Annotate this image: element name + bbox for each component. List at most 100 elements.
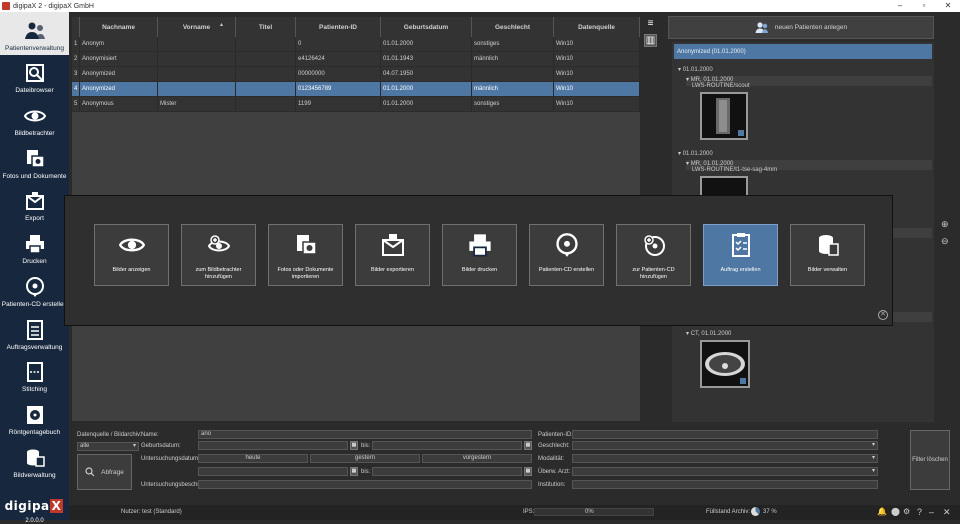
table-cell: 3 bbox=[72, 67, 80, 81]
action-tile-printer[interactable]: Bilder drucken bbox=[442, 224, 517, 286]
new-patient-button[interactable]: neuen Patienten anlegen bbox=[668, 16, 934, 39]
table-row[interactable]: 2 Anonymisiert e4126424 01.01.1943 männlich W… bbox=[72, 52, 640, 67]
minimize-app-icon[interactable]: – bbox=[929, 507, 934, 517]
exam-from-field[interactable] bbox=[198, 467, 348, 476]
table-row[interactable]: 5 Anonymous Mister 1199 01.01.2000 sonstiges W… bbox=[72, 97, 640, 112]
calendar-icon[interactable]: ▦ bbox=[350, 441, 358, 450]
tree-date-node[interactable]: ▾ 01.01.2000 bbox=[678, 150, 713, 157]
action-tile-eye[interactable]: Bilder anzeigen bbox=[94, 224, 169, 286]
zoom-out-icon[interactable]: ⊖ bbox=[941, 236, 949, 247]
add-patient-icon bbox=[755, 22, 768, 33]
patients-icon bbox=[24, 20, 46, 42]
column-header[interactable]: Nachname bbox=[80, 17, 158, 37]
filter-clear-button[interactable]: Filter löschen bbox=[910, 430, 950, 490]
table-row[interactable]: 4 Anonymized 0123456789 01.01.2000 männlich W… bbox=[72, 82, 640, 97]
sidebar-item-r-ntgentagebuch[interactable]: Röntgentagebuch bbox=[0, 396, 69, 439]
column-header[interactable] bbox=[72, 17, 80, 37]
institution-field[interactable] bbox=[572, 480, 878, 489]
minimize-button[interactable]: – bbox=[888, 0, 912, 12]
patient-id-field[interactable] bbox=[572, 430, 878, 439]
today-button[interactable]: heute bbox=[198, 454, 308, 463]
calendar-icon[interactable]: ▦ bbox=[524, 441, 532, 450]
window-controls: – ▫ ✕ bbox=[888, 0, 960, 12]
table-row[interactable]: 3 Anonymized 00000000 04.07.1950 Win10 bbox=[72, 67, 640, 82]
exam-desc-field[interactable] bbox=[198, 480, 532, 489]
column-header[interactable]: Geburtsdatum bbox=[381, 17, 472, 37]
series-thumbnail[interactable] bbox=[700, 92, 748, 140]
tree-study-node[interactable]: ▾ MR, 01.01.2000 bbox=[686, 160, 733, 167]
yesterday-button[interactable]: gestern bbox=[310, 454, 420, 463]
day-before-button[interactable]: vorgestern bbox=[422, 454, 532, 463]
sidebar-item-fotos-und-dokumente[interactable]: Fotos und Dokumente bbox=[0, 140, 69, 183]
source-select[interactable]: alle bbox=[77, 442, 139, 451]
sidebar-item-auftragsverwaltung[interactable]: Auftragsverwaltung bbox=[0, 311, 69, 354]
name-field[interactable]: ano bbox=[198, 430, 532, 439]
column-header[interactable]: Vorname bbox=[158, 17, 236, 37]
table-row[interactable]: 1 Anonym 0 01.01.2000 sonstiges Win10 bbox=[72, 37, 640, 52]
table-cell: sonstiges bbox=[472, 97, 554, 111]
birth-from-field[interactable] bbox=[198, 441, 348, 450]
window-title: digipaX 2 - digipaX GmbH bbox=[13, 2, 94, 10]
sidebar-item-patienten-cd-erstellen[interactable]: Patienten-CD erstellen bbox=[0, 268, 69, 311]
action-tile-add-to-viewer[interactable]: zum Bildbetrachter hinzufügen bbox=[181, 224, 256, 286]
table-cell: 04.07.1950 bbox=[381, 67, 472, 81]
modality-select[interactable] bbox=[572, 454, 878, 463]
table-cell bbox=[158, 82, 236, 96]
close-window-button[interactable]: ✕ bbox=[936, 0, 960, 12]
action-tile-import-photo[interactable]: Fotos oder Dokumente importieren bbox=[268, 224, 343, 286]
add-to-cd-icon bbox=[641, 232, 667, 258]
settings-icon[interactable]: ⚙ bbox=[903, 507, 910, 516]
help-icon[interactable]: ? bbox=[917, 507, 922, 517]
tree-series-node[interactable]: LWS-ROUTINE/scout bbox=[692, 83, 750, 89]
sidebar-item-label: Stitching bbox=[22, 386, 47, 394]
sidebar-item-dateibrowser[interactable]: Dateibrowser bbox=[0, 55, 69, 98]
sidebar-item-export[interactable]: Export bbox=[0, 183, 69, 226]
query-button[interactable]: Abfrage bbox=[77, 454, 132, 490]
calendar-icon[interactable]: ▦ bbox=[350, 467, 358, 476]
sidebar-item-label: Bildbetrachter bbox=[14, 130, 55, 138]
column-header[interactable]: Titel bbox=[236, 17, 296, 37]
table-cell bbox=[236, 52, 296, 66]
tree-series-node[interactable]: LWS-ROUTINE/t1-tse-sag-4mm bbox=[692, 167, 777, 173]
sidebar-item-drucken[interactable]: Drucken bbox=[0, 225, 69, 268]
columns-view-icon[interactable]: ▥ bbox=[644, 34, 657, 47]
column-header[interactable]: Datenquelle bbox=[554, 17, 640, 37]
table-cell: 00000000 bbox=[296, 67, 381, 81]
maximize-button[interactable]: ▫ bbox=[912, 0, 936, 12]
action-tile-manage-images[interactable]: Bilder verwalten bbox=[790, 224, 865, 286]
table-cell: Anonymized bbox=[80, 67, 158, 81]
tree-study-node[interactable]: ▾ MR, 01.01.2000 bbox=[686, 76, 733, 83]
referrer-select[interactable] bbox=[572, 467, 878, 476]
column-header[interactable]: Patienten-ID bbox=[296, 17, 381, 37]
archive-pie-icon bbox=[751, 507, 760, 516]
action-tile-cd-burn[interactable]: Patienten-CD erstellen bbox=[529, 224, 604, 286]
column-header[interactable]: Geschlecht bbox=[472, 17, 554, 37]
record-icon[interactable]: ⬤ bbox=[891, 507, 900, 516]
sidebar-item-bildbetrachter[interactable]: Bildbetrachter bbox=[0, 97, 69, 140]
zoom-in-icon[interactable]: ⊕ bbox=[941, 219, 949, 230]
tree-date-node[interactable]: ▾ 01.01.2000 bbox=[678, 66, 713, 73]
action-tile-label: zur Patienten-CD hinzufügen bbox=[632, 267, 675, 280]
table-cell: 01.01.1943 bbox=[381, 52, 472, 66]
action-tile-export-images[interactable]: Bilder exportieren bbox=[355, 224, 430, 286]
overlay-close-icon[interactable]: ✕ bbox=[878, 310, 888, 320]
tree-root-patient[interactable]: Anonymized (01.01.2000) bbox=[674, 44, 932, 59]
exam-to-field[interactable] bbox=[372, 467, 522, 476]
gender-select[interactable] bbox=[572, 441, 878, 450]
sidebar-item-bildverwaltung[interactable]: Bildverwaltung bbox=[0, 439, 69, 482]
notification-icon[interactable]: 🔔 bbox=[877, 507, 887, 516]
action-tile-add-to-cd[interactable]: zur Patienten-CD hinzufügen bbox=[616, 224, 691, 286]
table-cell bbox=[472, 67, 554, 81]
sidebar-item-patientenverwaltung[interactable]: Patientenverwaltung bbox=[0, 12, 69, 55]
series-thumbnail[interactable] bbox=[700, 340, 750, 388]
birth-to-field[interactable] bbox=[372, 441, 522, 450]
eye-icon bbox=[23, 105, 46, 127]
calendar-icon[interactable]: ▦ bbox=[524, 467, 532, 476]
menu-icon[interactable]: ≡ bbox=[644, 17, 657, 30]
action-tile-create-order[interactable]: Auftrag erstellen bbox=[703, 224, 778, 286]
export-icon bbox=[24, 190, 46, 212]
table-cell: 5 bbox=[72, 97, 80, 111]
tree-study-node[interactable]: ▾ CT, 01.01.2000 bbox=[686, 330, 731, 337]
sidebar-item-stitching[interactable]: Stitching bbox=[0, 354, 69, 397]
close-app-icon[interactable]: ✕ bbox=[943, 507, 951, 518]
